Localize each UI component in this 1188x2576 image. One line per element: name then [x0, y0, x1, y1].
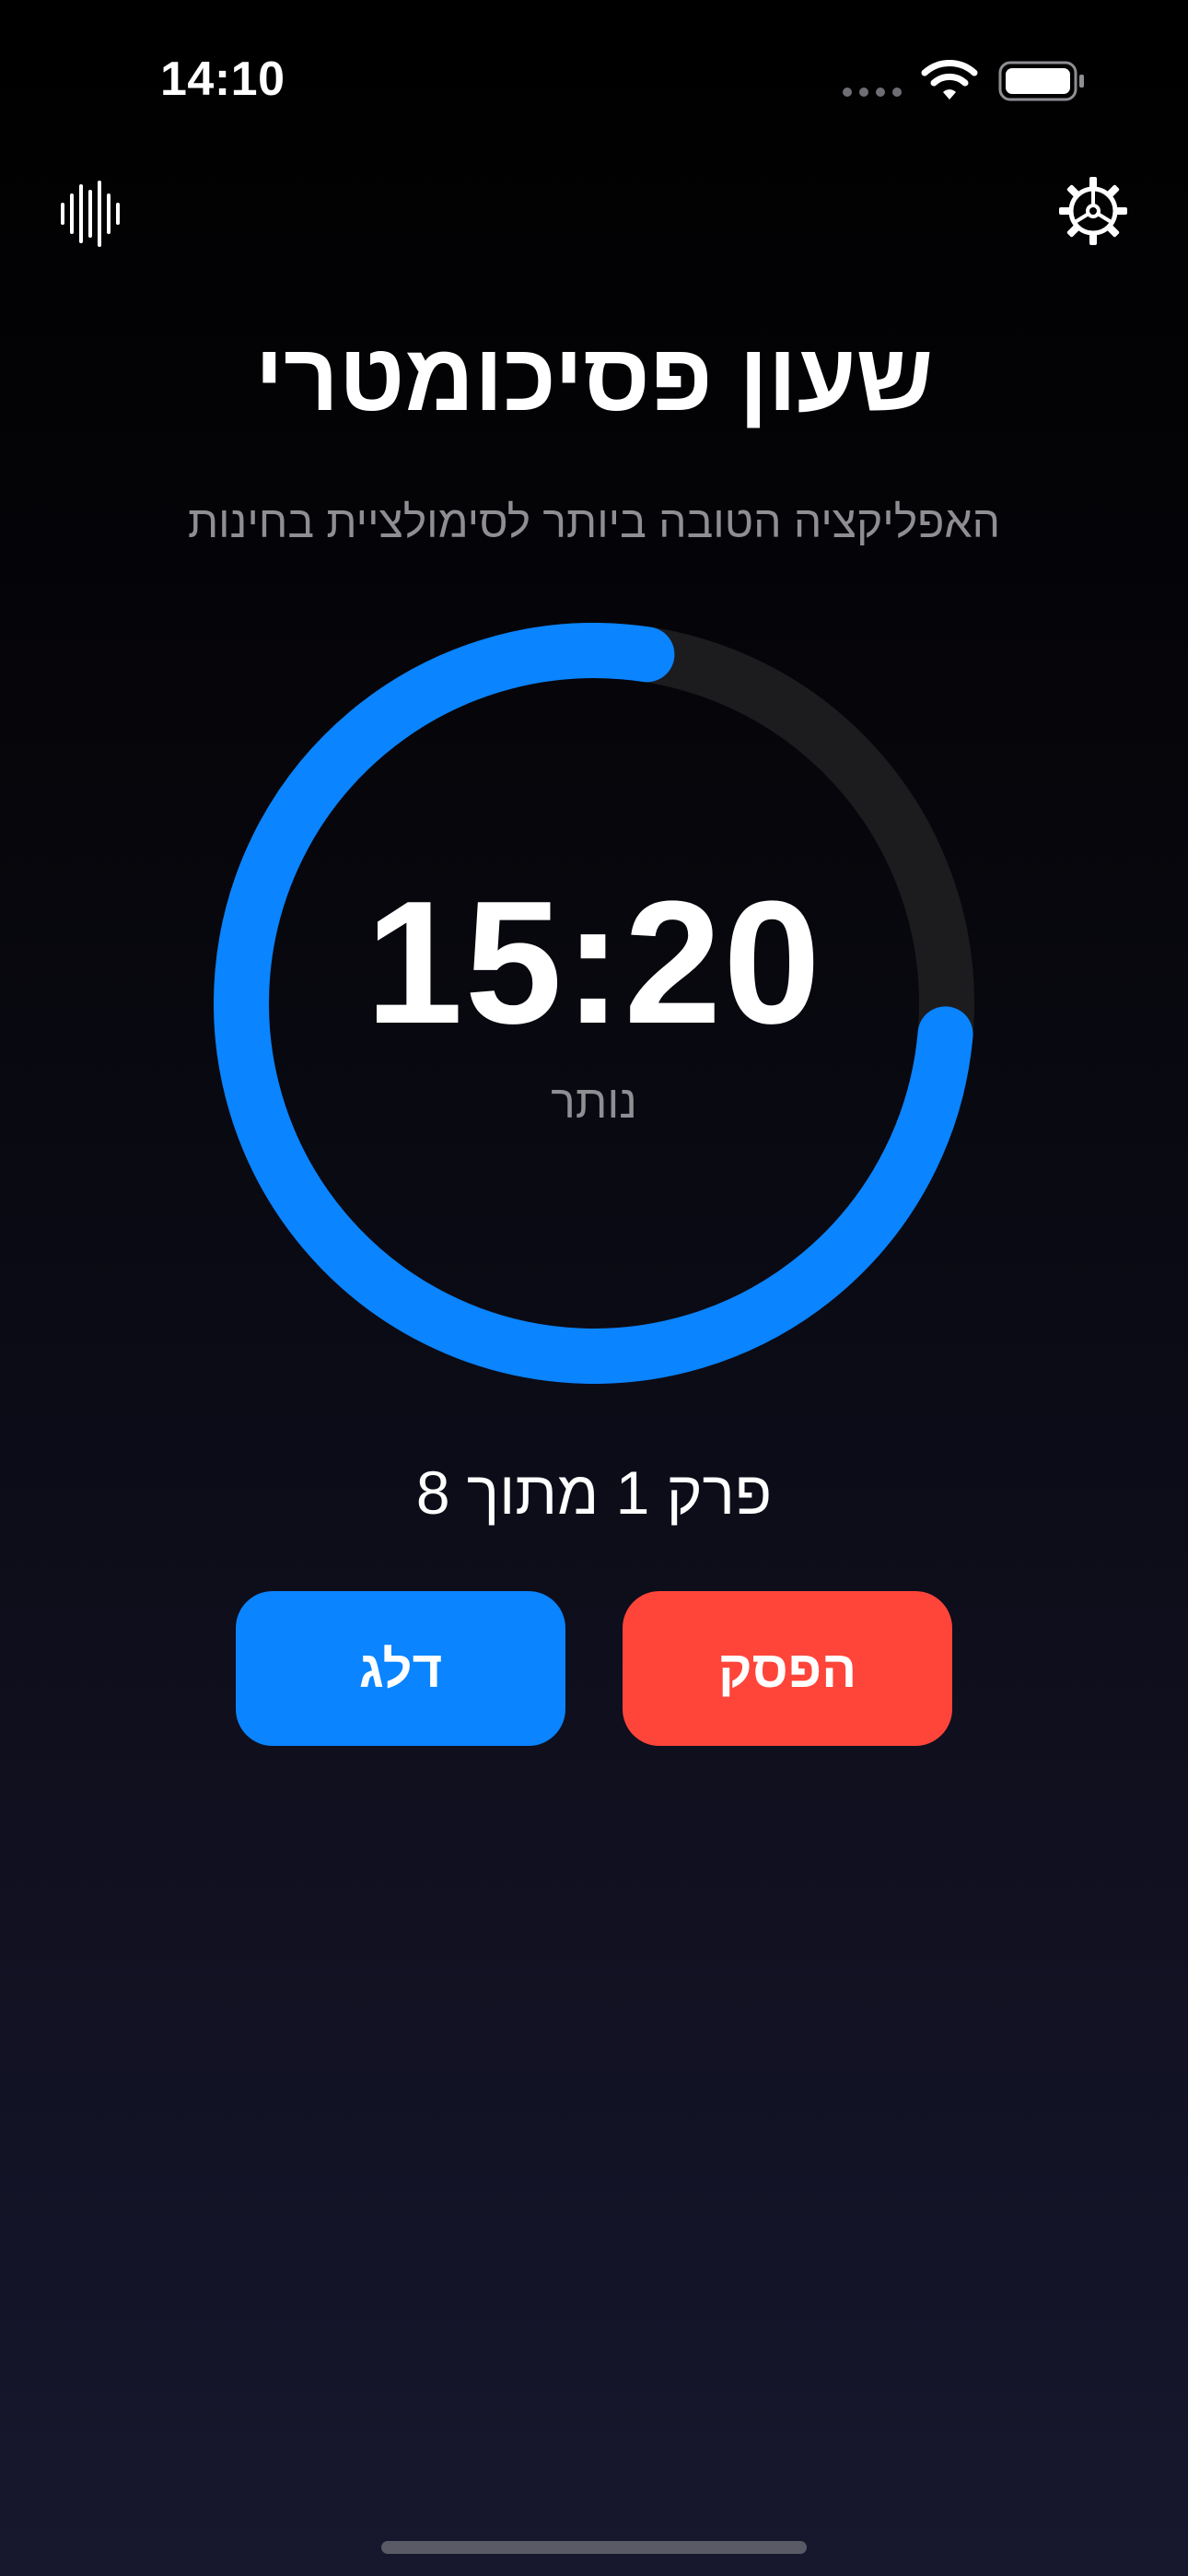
- timer-value: 15:20: [366, 865, 822, 1060]
- home-indicator[interactable]: [381, 2541, 807, 2554]
- settings-button[interactable]: [1057, 175, 1129, 247]
- waveform-button[interactable]: [55, 179, 125, 249]
- stop-button[interactable]: הפסק: [623, 1591, 952, 1746]
- app-title: שעון פסיכומטרי: [254, 324, 934, 431]
- app-subtitle: האפליקציה הטובה ביותר לסימולציית בחינות: [188, 498, 1000, 547]
- stop-button-label: הפסק: [717, 1639, 857, 1698]
- wifi-icon: [921, 60, 978, 100]
- skip-button[interactable]: דלג: [236, 1591, 565, 1746]
- waveform-icon: [61, 181, 120, 247]
- timer-caption: נותר: [551, 1076, 637, 1128]
- gear-icon: [1059, 177, 1127, 245]
- section-indicator: פרק 1 מתוך 8: [415, 1458, 773, 1527]
- signal-dots-icon: [843, 88, 902, 97]
- battery-icon: [998, 61, 1084, 101]
- skip-button-label: דלג: [358, 1639, 443, 1698]
- status-bar-time: 14:10: [160, 53, 285, 106]
